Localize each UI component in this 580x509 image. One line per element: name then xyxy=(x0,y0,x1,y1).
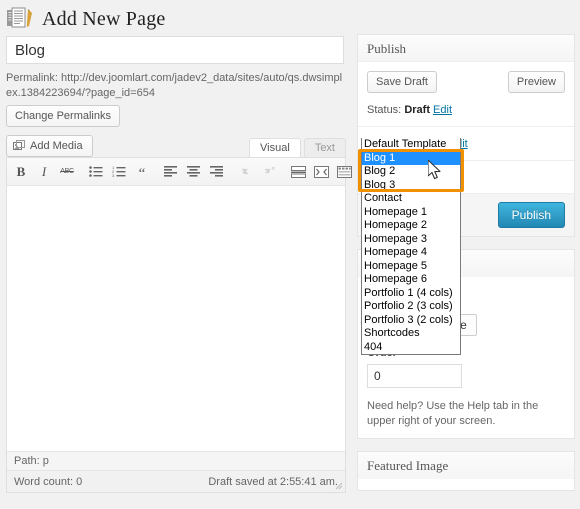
featured-image-title: Featured Image xyxy=(358,452,574,479)
content-editor: B I ABC 1 2 3 “ Path: p Word count: 0 Dr… xyxy=(6,157,352,493)
blockquote-icon[interactable]: “ xyxy=(131,161,153,183)
insert-more-tag-icon[interactable] xyxy=(287,161,309,183)
bold-icon[interactable]: B xyxy=(10,161,32,183)
editor-column: Add New Page Permalink: http://dev.jooml… xyxy=(0,0,352,509)
template-option[interactable]: Blog 2 xyxy=(362,165,460,179)
panel-divider xyxy=(358,126,574,127)
status-label: Status: xyxy=(367,104,402,116)
template-option[interactable]: Homepage 5 xyxy=(362,260,460,274)
order-input[interactable] xyxy=(367,364,462,388)
fullscreen-icon[interactable] xyxy=(310,161,332,183)
template-option[interactable]: Homepage 3 xyxy=(362,233,460,247)
align-right-icon[interactable] xyxy=(206,161,228,183)
align-center-icon[interactable] xyxy=(183,161,205,183)
tab-text[interactable]: Text xyxy=(303,138,346,157)
permalink-row: Permalink: http://dev.joomlart.com/jadev… xyxy=(6,71,346,101)
save-draft-button[interactable]: Save Draft xyxy=(367,71,437,93)
editor-toolbar: B I ABC 1 2 3 “ xyxy=(7,158,352,186)
publish-button[interactable]: Publish xyxy=(497,202,565,228)
media-and-tabs-row: Add Media Visual Text xyxy=(6,133,346,157)
editor-footer: Word count: 0 Draft saved at 2:55:41 am. xyxy=(7,470,345,492)
status-edit-link[interactable]: Edit xyxy=(433,104,452,116)
status-value: Draft xyxy=(404,104,430,116)
template-option[interactable]: Portfolio 1 (4 cols) xyxy=(362,287,482,301)
draft-saved-status: Draft saved at 2:55:41 am. xyxy=(208,475,338,488)
add-media-button[interactable]: Add Media xyxy=(6,135,93,157)
permalink-label: Permalink: xyxy=(6,72,58,84)
post-title-input[interactable] xyxy=(6,36,344,64)
template-option[interactable]: Portfolio 3 (2 cols) xyxy=(362,314,482,328)
media-icon xyxy=(13,140,25,152)
template-option[interactable]: Homepage 1 xyxy=(362,206,460,220)
template-option[interactable]: 404 xyxy=(362,341,460,355)
preview-button[interactable]: Preview xyxy=(507,71,565,93)
template-option[interactable]: Homepage 2 xyxy=(362,219,460,233)
kitchen-sink-icon[interactable] xyxy=(333,161,355,183)
wordpress-add-new-page-screen: Add New Page Permalink: http://dev.jooml… xyxy=(0,0,580,509)
publish-actions-row: Save Draft Preview xyxy=(367,71,565,93)
unlink-icon[interactable] xyxy=(258,161,280,183)
tab-visual[interactable]: Visual xyxy=(249,138,301,157)
editor-content-area[interactable] xyxy=(7,186,345,451)
template-dropdown-list[interactable]: Default Template Blog 1 Blog 2 Blog 3 Contac… xyxy=(361,138,461,355)
italic-icon[interactable]: I xyxy=(33,161,55,183)
add-media-label: Add Media xyxy=(30,140,83,152)
page-title: Add New Page xyxy=(42,7,166,30)
template-option[interactable]: Blog 1 xyxy=(362,151,460,165)
svg-text:3: 3 xyxy=(112,173,115,177)
change-permalinks-button[interactable]: Change Permalinks xyxy=(6,105,120,127)
align-left-icon[interactable] xyxy=(160,161,182,183)
numbered-list-icon[interactable]: 1 2 3 xyxy=(108,161,130,183)
template-option[interactable]: Portfolio 2 (3 cols) xyxy=(362,300,482,314)
template-option[interactable]: Contact xyxy=(362,192,460,206)
status-row: Status: Draft Edit xyxy=(367,104,565,116)
pages-icon xyxy=(6,6,36,32)
bulleted-list-icon[interactable] xyxy=(85,161,107,183)
template-option[interactable]: Homepage 4 xyxy=(362,246,460,260)
attributes-help-text: Need help? Use the Help tab in the upper… xyxy=(367,400,539,427)
template-option[interactable]: Homepage 6 xyxy=(362,273,460,287)
page-header: Add New Page xyxy=(0,0,350,32)
template-option[interactable]: Blog 3 xyxy=(362,179,460,193)
strikethrough-icon[interactable]: ABC xyxy=(56,161,78,183)
word-count: Word count: 0 xyxy=(14,475,83,488)
editor-mode-tabs: Visual Text xyxy=(246,135,346,157)
editor-resize-handle[interactable] xyxy=(334,481,343,490)
insert-link-icon[interactable] xyxy=(235,161,257,183)
publish-panel-title: Publish xyxy=(358,35,574,62)
featured-image-panel: Featured Image xyxy=(357,451,575,491)
template-option[interactable]: Shortcodes xyxy=(362,327,460,341)
template-option[interactable]: Default Template xyxy=(362,138,460,152)
editor-path-status: Path: p xyxy=(7,451,345,470)
